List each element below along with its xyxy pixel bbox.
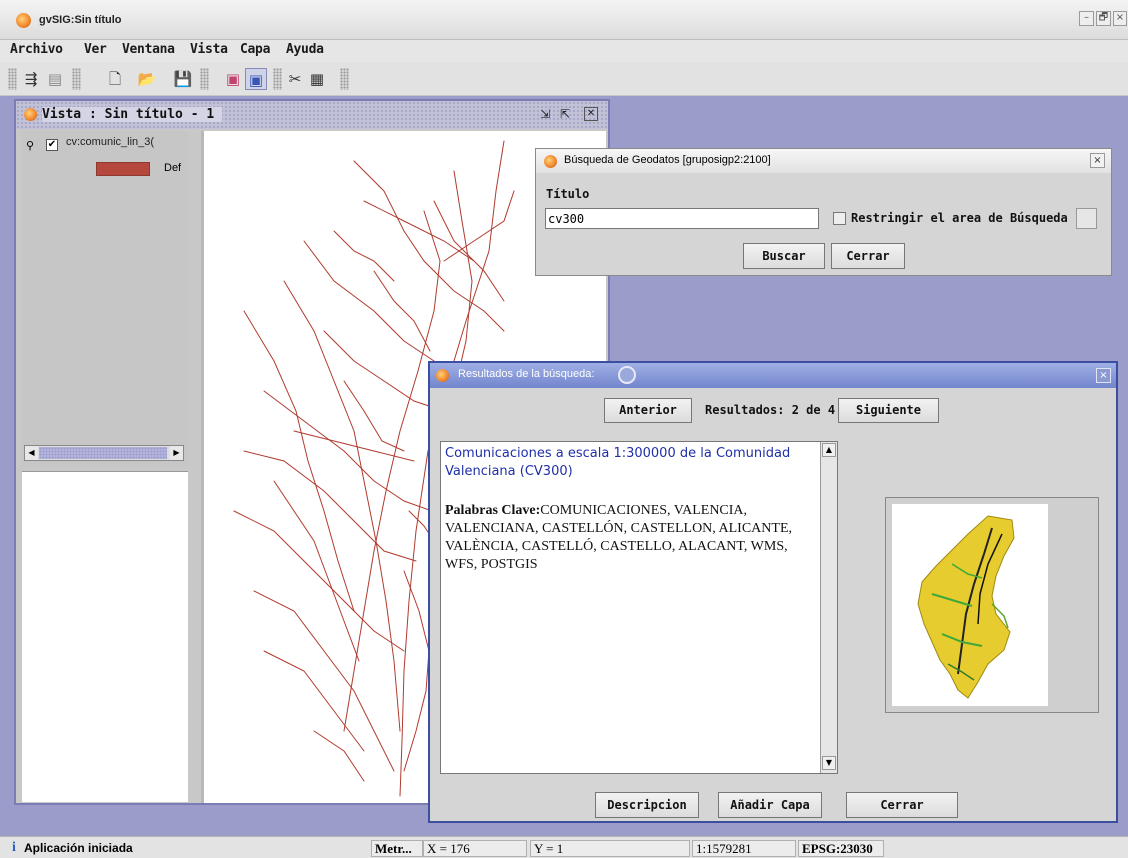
iconify-icon[interactable]: ⇲ [538, 107, 552, 121]
maximize-icon[interactable]: ⇱ [558, 107, 572, 121]
units-field: Metr... [371, 840, 423, 857]
layer-thumbnail [892, 504, 1048, 706]
menu-bar: Archivo Ver Ventana Vista Capa Ayuda [0, 40, 1128, 62]
menu-capa[interactable]: Capa [240, 42, 270, 57]
menu-ver[interactable]: Ver [84, 42, 107, 57]
projection-field: EPSG:23030 [798, 840, 884, 857]
close-search-button[interactable]: Cerrar [831, 243, 905, 269]
close-icon[interactable]: ✕ [584, 107, 598, 121]
save-icon[interactable]: 💾 [172, 68, 194, 90]
status-message: Aplicación iniciada [24, 841, 133, 855]
toolbar-grip[interactable] [200, 68, 209, 90]
results-dialog-title-bar[interactable]: Resultados de la búsqueda: × [430, 363, 1116, 388]
preview-icon[interactable]: ▣ [222, 68, 244, 90]
results-dialog-title: Resultados de la búsqueda: [458, 368, 595, 380]
grid-icon[interactable]: ▦ [306, 68, 328, 90]
scroll-down-icon[interactable]: ▼ [822, 756, 836, 770]
results-dialog: Resultados de la búsqueda: × Anterior Re… [428, 361, 1118, 823]
table-of-contents: ⚲ ✔ cv:comunic_lin_3( Def ◀ ▶ [22, 131, 190, 802]
restrict-area-checkbox[interactable] [833, 212, 846, 225]
view-title: Vista : Sin título - 1 [42, 107, 223, 122]
scroll-up-icon[interactable]: ▲ [822, 443, 836, 457]
print-preview-icon[interactable]: ▣ [245, 68, 267, 90]
gvsig-logo-icon [544, 155, 557, 168]
layers-icon[interactable]: ⇶ [20, 68, 42, 90]
restrict-area-label: Restringir el area de Búsqueda [851, 211, 1068, 225]
layer-visibility-checkbox[interactable]: ✔ [46, 139, 58, 151]
scroll-right-icon[interactable]: ▶ [170, 446, 183, 460]
search-button[interactable]: Buscar [743, 243, 825, 269]
title-field-label: Título [546, 187, 590, 201]
results-count: Resultados: 2 de 4 [705, 403, 836, 417]
area-select-button[interactable] [1076, 208, 1097, 229]
x-coordinate: X = 176 [423, 840, 527, 857]
scroll-left-icon[interactable]: ◀ [25, 446, 38, 460]
menu-ayuda[interactable]: Ayuda [286, 42, 324, 57]
layer-name[interactable]: cv:comunic_lin_3( [66, 136, 154, 148]
keywords-label: Palabras Clave: [445, 503, 541, 518]
horizontal-scrollbar[interactable]: ◀ ▶ [24, 445, 184, 461]
menu-vista[interactable]: Vista [190, 42, 228, 57]
add-layer-button[interactable]: Añadir Capa [718, 792, 822, 818]
layer-pin-icon[interactable]: ⚲ [26, 139, 34, 152]
layer-list: ⚲ ✔ cv:comunic_lin_3( Def ◀ ▶ [22, 131, 188, 466]
title-search-input[interactable] [545, 208, 819, 229]
search-dialog-title-bar[interactable]: Búsqueda de Geodatos [gruposigp2:2100] × [536, 149, 1111, 173]
open-folder-icon[interactable]: 📂 [136, 68, 158, 90]
gvsig-logo-icon [436, 369, 449, 382]
thumbnail-frame [885, 497, 1099, 713]
close-icon[interactable]: × [1096, 368, 1111, 383]
app-title: gvSIG:Sin título [39, 14, 122, 26]
toolbar-grip[interactable] [273, 68, 282, 90]
result-keywords-block: Palabras Clave:COMUNICACIONES, VALENCIA,… [445, 502, 817, 574]
minimize-button[interactable]: – [1079, 11, 1094, 26]
catalog-icon[interactable]: ▤ [44, 68, 66, 90]
gvsig-logo-icon [16, 13, 31, 28]
new-document-icon[interactable]: 🗋 [104, 68, 126, 90]
menu-archivo[interactable]: Archivo [10, 42, 63, 57]
toolbar-grip[interactable] [72, 68, 81, 90]
scrollbar-thumb[interactable] [39, 447, 167, 459]
locator-map[interactable] [22, 471, 188, 802]
next-result-button[interactable]: Siguiente [838, 398, 939, 423]
close-button[interactable]: × [1113, 11, 1127, 26]
menu-ventana[interactable]: Ventana [122, 42, 175, 57]
toolbar-grip[interactable] [8, 68, 17, 90]
tools-icon[interactable]: ✂ [284, 68, 306, 90]
loading-spinner-icon [618, 366, 636, 384]
legend-swatch [96, 162, 150, 176]
search-dialog: Búsqueda de Geodatos [gruposigp2:2100] ×… [535, 148, 1112, 276]
previous-result-button[interactable]: Anterior [604, 398, 692, 423]
result-title: Comunicaciones a escala 1:300000 de la C… [445, 446, 791, 479]
legend-label: Def [164, 162, 182, 174]
y-coordinate: Y = 1 [530, 840, 690, 857]
toolbar-grip[interactable] [340, 68, 349, 90]
scale-field[interactable]: 1:1579281 [692, 840, 796, 857]
app-title-bar: gvSIG:Sin título – 🗗 × [0, 0, 1128, 40]
valencia-thumbnail-map [917, 515, 1015, 699]
close-results-button[interactable]: Cerrar [846, 792, 958, 818]
gvsig-logo-icon [24, 108, 37, 121]
toolbar: ⇶ ▤ 🗋 📂 💾 ▣ ▣ ✂ ▦ [0, 62, 1128, 96]
status-bar: i Aplicación iniciada Metr... X = 176 Y … [0, 836, 1128, 858]
result-description-panel[interactable]: Comunicaciones a escala 1:300000 de la C… [440, 441, 838, 774]
maximize-button[interactable]: 🗗 [1096, 11, 1111, 26]
close-icon[interactable]: × [1090, 153, 1105, 168]
vertical-scrollbar[interactable]: ▲ ▼ [820, 442, 837, 773]
search-dialog-title: Búsqueda de Geodatos [gruposigp2:2100] [564, 154, 771, 166]
description-button[interactable]: Descripcion [595, 792, 699, 818]
info-icon: i [12, 840, 16, 855]
view-title-bar[interactable]: Vista : Sin título - 1 ⇲ ⇱ ✕ [16, 101, 608, 129]
